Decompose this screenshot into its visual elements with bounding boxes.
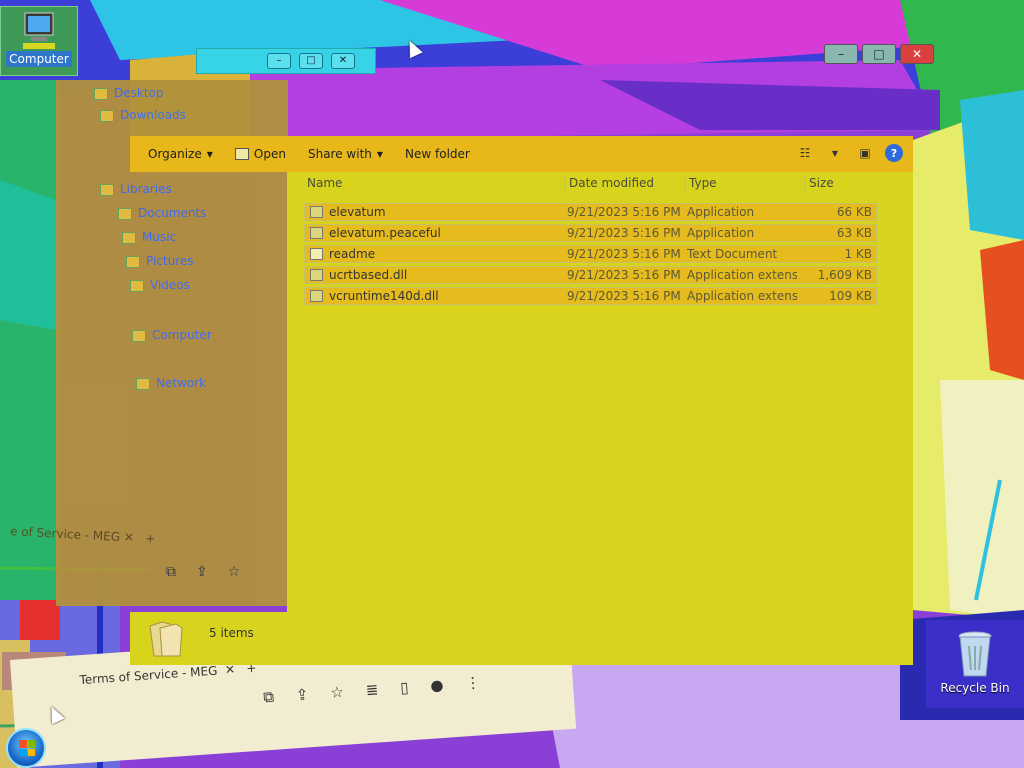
application-icon	[310, 206, 323, 218]
dll-icon	[310, 269, 323, 281]
column-header-name[interactable]: Name	[303, 176, 563, 194]
minimize-icon: –	[267, 53, 291, 69]
file-name: elevatum	[329, 205, 386, 219]
profile-icon[interactable]: ●	[430, 676, 444, 695]
file-type: Text Document	[687, 247, 778, 261]
open-button[interactable]: Open	[227, 143, 294, 165]
column-header-date[interactable]: Date modified	[564, 176, 684, 194]
libraries-icon	[100, 183, 114, 196]
window-controls: – □ ✕	[824, 44, 934, 64]
share-icon[interactable]: ⇪	[295, 685, 309, 704]
nav-item-desktop[interactable]: Desktop	[94, 86, 164, 100]
column-headers: Name Date modified Type Size	[287, 172, 913, 194]
file-type: Application	[687, 226, 755, 240]
file-size: 66 KB	[836, 205, 872, 219]
file-date: 9/21/2023 5:16 PM	[567, 226, 681, 240]
file-size: 1 KB	[844, 247, 872, 261]
desktop-icon-label: Computer	[6, 51, 72, 67]
command-bar: Organize ▼ Open Share with ▼ New folder ☷ …	[130, 136, 913, 172]
close-button[interactable]: ✕	[900, 44, 934, 64]
star-icon[interactable]: ☆	[330, 683, 345, 702]
file-name: elevatum.peaceful	[329, 226, 441, 240]
maximize-icon: □	[299, 53, 323, 69]
file-type: Application extens...	[687, 289, 797, 303]
file-type: Application extens...	[687, 268, 797, 282]
chevron-down-icon: ▼	[206, 149, 213, 159]
file-row-readme[interactable]: readme 9/21/2023 5:16 PM Text Document 1…	[304, 245, 877, 263]
application-icon	[310, 227, 323, 239]
dll-icon	[310, 290, 323, 302]
share-with-button[interactable]: Share with ▼	[300, 143, 391, 165]
desktop-icon	[94, 87, 108, 100]
chevron-down-icon[interactable]: ▼	[825, 144, 845, 162]
desktop-icon-computer[interactable]: Computer	[0, 6, 78, 76]
file-name: readme	[329, 247, 376, 261]
desktop-icon-label: Recycle Bin	[940, 681, 1010, 695]
menu-icon[interactable]: ⋮	[465, 673, 481, 692]
recycle-bin-icon	[958, 631, 992, 677]
file-row-ucrtbased[interactable]: ucrtbased.dll 9/21/2023 5:16 PM Applicat…	[304, 266, 877, 284]
file-name: ucrtbased.dll	[329, 268, 408, 282]
column-header-type[interactable]: Type	[684, 176, 804, 194]
start-button[interactable]	[6, 728, 46, 768]
preview-pane-icon[interactable]: ▣	[855, 144, 875, 162]
file-size: 63 KB	[836, 226, 872, 240]
item-count: 5 items	[209, 626, 254, 640]
details-pane: 5 items	[130, 612, 913, 665]
file-row-elevatum-peaceful[interactable]: elevatum.peaceful 9/21/2023 5:16 PM Appl…	[304, 224, 877, 242]
text-document-icon	[310, 248, 323, 260]
screenshot-icon[interactable]: ⧉	[263, 688, 275, 707]
reading-list-icon[interactable]: ≣	[365, 680, 379, 699]
help-icon[interactable]: ?	[885, 144, 903, 162]
browser-toolbar: ⧉ ⇪ ☆ ≣ ▯ ● ⋮	[263, 673, 481, 706]
minimize-button[interactable]: –	[824, 44, 858, 64]
close-icon: ✕	[331, 53, 355, 69]
file-date: 9/21/2023 5:16 PM	[567, 268, 681, 282]
windows-logo-icon	[19, 740, 35, 756]
open-icon	[234, 148, 249, 160]
chevron-down-icon: ▼	[376, 149, 384, 159]
desktop-icon-recycle-bin[interactable]: Recycle Bin	[926, 620, 1024, 708]
organize-button[interactable]: Organize ▼	[140, 143, 221, 165]
new-folder-button[interactable]: New folder	[397, 143, 478, 165]
toolbar-right: ☷ ▼ ▣ ?	[795, 144, 903, 162]
file-row-vcruntime[interactable]: vcruntime140d.dll 9/21/2023 5:16 PM Appl…	[304, 287, 877, 305]
file-date: 9/21/2023 5:16 PM	[567, 205, 681, 219]
file-list: Name Date modified Type Size elevatum 9/…	[287, 172, 913, 612]
sidebar-icon[interactable]: ▯	[400, 678, 410, 697]
file-name: vcruntime140d.dll	[329, 289, 439, 303]
ghost-window-controls: – □ ✕	[196, 48, 376, 74]
folder-icon	[149, 621, 183, 657]
file-row-elevatum[interactable]: elevatum 9/21/2023 5:16 PM Application 6…	[304, 203, 877, 221]
file-type: Application	[687, 205, 755, 219]
file-date: 9/21/2023 5:16 PM	[567, 289, 681, 303]
file-size: 109 KB	[829, 289, 872, 303]
file-date: 9/21/2023 5:16 PM	[567, 247, 681, 261]
downloads-icon	[100, 109, 114, 122]
view-options-icon[interactable]: ☷	[795, 144, 815, 162]
file-size: 1,609 KB	[817, 268, 872, 282]
maximize-button[interactable]: □	[862, 44, 896, 64]
column-header-size[interactable]: Size	[804, 176, 884, 194]
explorer-window: Organize ▼ Open Share with ▼ New folder ☷ …	[130, 136, 913, 665]
nav-item-downloads[interactable]: Downloads	[100, 108, 186, 122]
computer-icon	[23, 12, 55, 49]
